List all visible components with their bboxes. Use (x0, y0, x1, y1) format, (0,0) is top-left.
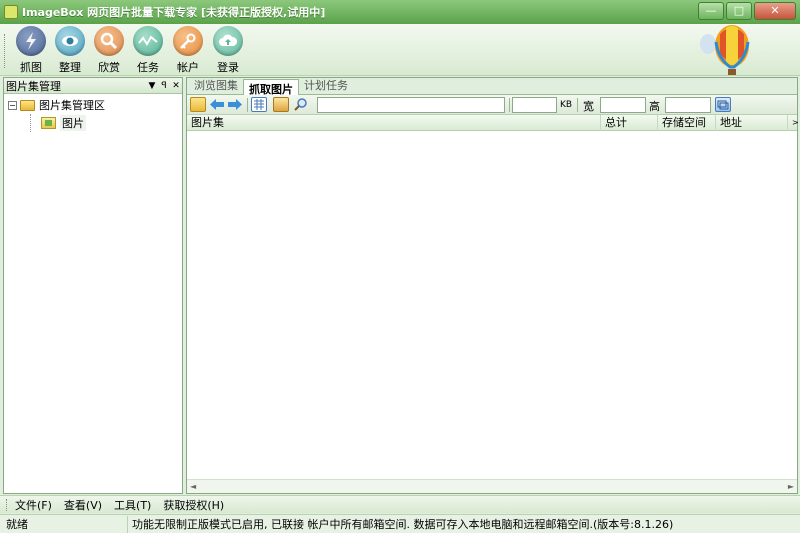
column-album[interactable]: 图片集 (187, 115, 601, 131)
back-arrow-icon[interactable] (209, 97, 225, 112)
url-input[interactable] (317, 97, 505, 113)
apply-filter-button[interactable] (715, 97, 731, 112)
width-input[interactable] (600, 97, 646, 113)
status-ready: 就绪 (0, 515, 128, 533)
column-total[interactable]: 总计 (601, 115, 658, 131)
magnifier-icon (94, 26, 124, 56)
close-button[interactable]: ✕ (754, 2, 796, 20)
album-tree: − 图片集管理区 图片 (4, 94, 182, 134)
tab-grab-images[interactable]: 抓取图片 (243, 79, 299, 96)
scroll-right-icon[interactable]: ► (788, 482, 794, 491)
height-label: 高 (649, 100, 660, 113)
wave-icon (133, 26, 163, 56)
tree-root[interactable]: − 图片集管理区 (8, 96, 178, 114)
column-address[interactable]: 地址 (716, 115, 788, 131)
eye-icon (55, 26, 85, 56)
key-icon (173, 26, 203, 56)
login-button[interactable]: 登录 (208, 26, 248, 74)
size-unit-label: KB (560, 100, 573, 110)
dropdown-arrow-icon[interactable]: ▼ (146, 81, 158, 91)
task-label: 任务 (137, 61, 159, 74)
column-more[interactable]: > (788, 115, 798, 131)
title-bar: ImageBox 网页图片批量下载专家 [未获得正版授权,试用中] — □ ✕ (0, 0, 800, 24)
panel-title: 图片集管理 (6, 79, 61, 93)
height-input[interactable] (665, 97, 711, 113)
open-folder-icon (20, 99, 35, 111)
menu-tools[interactable]: 工具(T) (114, 497, 151, 513)
status-bar: 就绪 功能无限制正版模式已启用, 已联接 帐户中所有邮箱空间. 数据可存入本地电… (0, 514, 800, 533)
main-content-panel: 浏览图集 抓取图片 计划任务 KB 宽 高 图片集 总计 存储空间 地址 > ◄… (186, 77, 798, 494)
panel-header: 图片集管理 ▼ ꟼ ✕ (4, 78, 182, 94)
menu-get-license[interactable]: 获取授权(H) (163, 497, 224, 513)
login-label: 登录 (217, 61, 239, 74)
tree-item-pictures[interactable]: 图片 (30, 114, 178, 132)
tab-strip: 浏览图集 抓取图片 计划任务 (187, 76, 797, 96)
image-open-icon[interactable] (273, 97, 289, 112)
menu-view[interactable]: 查看(V) (64, 497, 102, 513)
app-cube-icon (4, 5, 18, 19)
grab-button[interactable]: 抓图 (11, 26, 51, 74)
grab-toolbar: KB 宽 高 (187, 95, 797, 115)
tree-item-label: 图片 (60, 115, 86, 131)
forward-arrow-icon[interactable] (227, 97, 243, 112)
size-input[interactable] (512, 97, 557, 113)
view-label: 欣赏 (98, 61, 120, 74)
maximize-button[interactable]: □ (726, 2, 752, 20)
menu-grip[interactable] (6, 498, 9, 511)
album-manager-panel: 图片集管理 ▼ ꟼ ✕ − 图片集管理区 图片 (3, 77, 183, 494)
organize-label: 整理 (59, 61, 81, 74)
horizontal-scrollbar[interactable]: ◄ ► (187, 479, 797, 493)
menu-bar: 文件(F) 查看(V) 工具(T) 获取授权(H) (0, 495, 800, 513)
main-toolbar: 抓图 整理 欣赏 任务 帐户 登录 (0, 24, 800, 76)
window-title: ImageBox 网页图片批量下载专家 [未获得正版授权,试用中] (22, 6, 326, 19)
tree-root-label: 图片集管理区 (39, 99, 105, 112)
column-storage[interactable]: 存储空间 (658, 115, 716, 131)
collapse-icon[interactable]: − (8, 100, 17, 110)
hot-air-balloon-icon (700, 25, 750, 75)
tab-scheduled-tasks[interactable]: 计划任务 (299, 76, 353, 94)
minimize-button[interactable]: — (698, 2, 724, 20)
view-button[interactable]: 欣赏 (89, 26, 129, 74)
tab-browse-albums[interactable]: 浏览图集 (189, 76, 243, 94)
width-label: 宽 (583, 100, 594, 113)
account-label: 帐户 (177, 61, 199, 74)
panel-close-icon[interactable]: ✕ (170, 81, 182, 91)
status-message: 功能无限制正版模式已启用, 已联接 帐户中所有邮箱空间. 数据可存入本地电脑和远… (132, 517, 674, 531)
lightning-icon (16, 26, 46, 56)
organize-button[interactable]: 整理 (50, 26, 90, 74)
toolbar-grip[interactable] (4, 34, 7, 68)
menu-file[interactable]: 文件(F) (15, 497, 52, 513)
table-header: 图片集 总计 存储空间 地址 > (187, 115, 798, 131)
open-folder-button[interactable] (190, 97, 206, 112)
image-folder-icon (41, 117, 56, 129)
cloud-upload-icon (213, 26, 243, 56)
pin-icon[interactable]: ꟼ (158, 81, 170, 91)
search-icon[interactable] (293, 97, 309, 112)
grid-view-icon[interactable] (251, 97, 267, 112)
grab-label: 抓图 (20, 61, 42, 74)
scroll-left-icon[interactable]: ◄ (190, 482, 196, 491)
account-button[interactable]: 帐户 (168, 26, 208, 74)
task-button[interactable]: 任务 (128, 26, 168, 74)
